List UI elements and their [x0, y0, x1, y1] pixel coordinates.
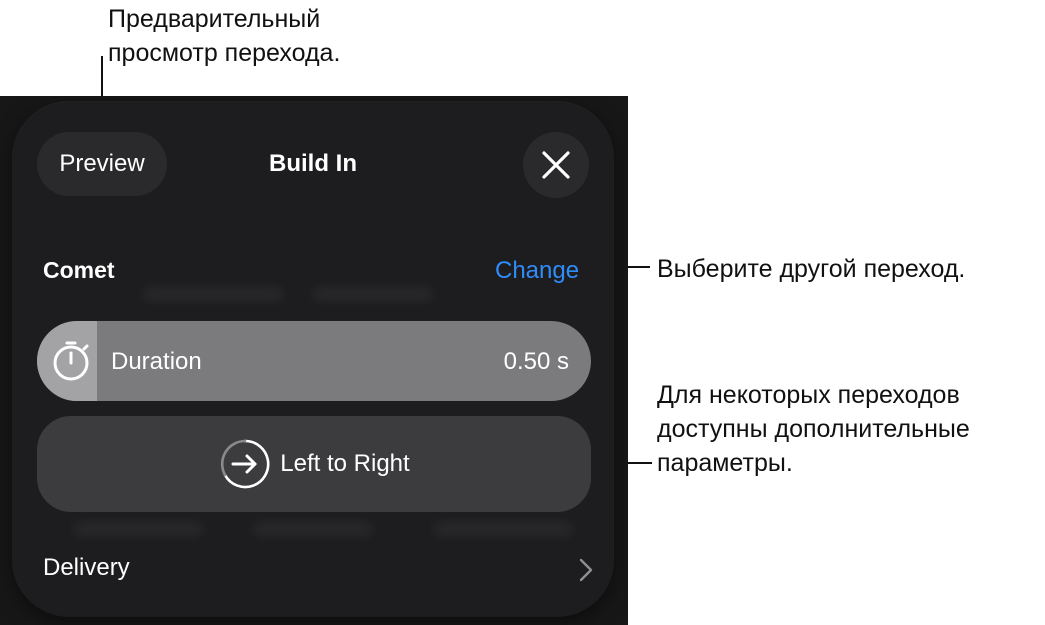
callout-preview-line-2: просмотр перехода.: [108, 39, 341, 67]
callout-preview-line-1: Предварительный: [108, 5, 321, 33]
callout-change: Выберите другой переход.: [657, 252, 965, 286]
background-blur: [73, 522, 203, 536]
callout-options-line-1: Для некоторых переходов: [657, 381, 960, 409]
arrow-right-circle-icon: [221, 439, 270, 489]
duration-slider[interactable]: Duration 0.50 s: [37, 321, 591, 401]
close-icon: [542, 151, 570, 179]
background-blur: [433, 522, 573, 536]
stopwatch-icon: [53, 341, 89, 381]
preview-button[interactable]: Preview: [37, 132, 167, 196]
build-in-panel: Preview Build In Comet Change Duration 0…: [13, 102, 613, 616]
background-blur: [313, 287, 433, 301]
callout-options-line-3: параметры.: [657, 449, 793, 477]
effect-name: Comet: [43, 257, 115, 283]
callout-options-line-2: доступны дополнительные: [657, 415, 970, 443]
delivery-label: Delivery: [43, 554, 130, 581]
background-blur: [143, 287, 283, 301]
close-button[interactable]: [523, 132, 589, 198]
duration-value: 0.50 s: [503, 348, 569, 375]
direction-label: Left to Right: [280, 450, 410, 477]
chevron-right-icon: [579, 558, 593, 582]
callout-options: Для некоторых переходов доступны дополни…: [657, 378, 970, 480]
stage: Предварительный просмотр перехода. Выбер…: [0, 0, 1045, 625]
callout-preview: Предварительный просмотр перехода.: [108, 2, 340, 70]
direction-content: Left to Right: [218, 437, 410, 491]
change-button[interactable]: Change: [495, 257, 579, 285]
direction-button[interactable]: Left to Right: [37, 416, 591, 512]
callout-change-line: Выберите другой переход.: [657, 255, 966, 283]
duration-label: Duration: [111, 348, 202, 375]
app-screenshot: Preview Build In Comet Change Duration 0…: [0, 96, 628, 625]
delivery-row[interactable]: Delivery: [43, 552, 593, 586]
background-blur: [253, 522, 373, 536]
panel-title: Build In: [269, 150, 357, 177]
